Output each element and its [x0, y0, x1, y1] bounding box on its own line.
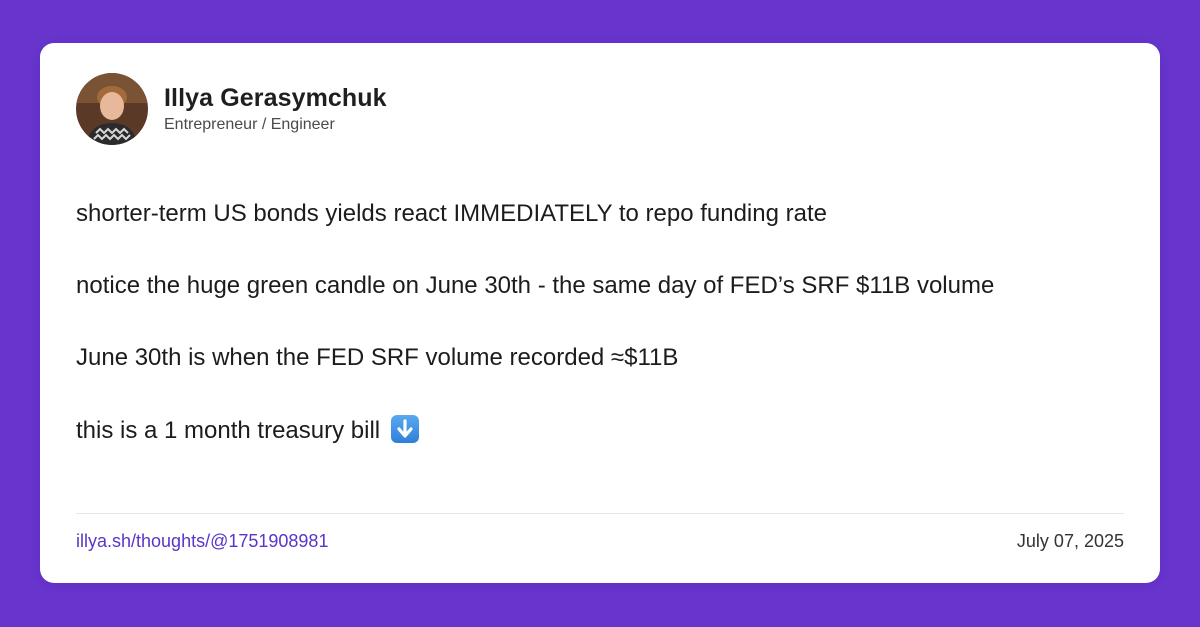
profile-photo-icon	[76, 73, 148, 145]
post-card: Illya Gerasymchuk Entrepreneur / Enginee…	[40, 43, 1160, 583]
post-line: notice the huge green candle on June 30t…	[76, 272, 995, 299]
down-arrow-emoji-icon	[390, 415, 419, 443]
post-body: shorter-term US bonds yields react IMMED…	[76, 199, 1136, 488]
footer-divider	[76, 513, 1124, 514]
avatar[interactable]	[76, 73, 148, 145]
author-name[interactable]: Illya Gerasymchuk	[164, 83, 387, 113]
post-date: July 07, 2025	[1016, 531, 1124, 551]
author-header: Illya Gerasymchuk Entrepreneur / Enginee…	[76, 73, 387, 145]
permalink[interactable]: illya.sh/thoughts/@1751908981	[76, 530, 328, 552]
post-line-text: this is a 1 month treasury bill	[76, 417, 381, 444]
post-line: June 30th is when the FED SRF volume rec…	[76, 344, 679, 371]
author-info: Illya Gerasymchuk Entrepreneur / Enginee…	[164, 83, 387, 136]
post-line-with-emoji: this is a 1 month treasury bill	[76, 415, 1136, 446]
post-line: shorter-term US bonds yields react IMMED…	[76, 200, 827, 227]
author-role: Entrepreneur / Engineer	[164, 115, 335, 133]
